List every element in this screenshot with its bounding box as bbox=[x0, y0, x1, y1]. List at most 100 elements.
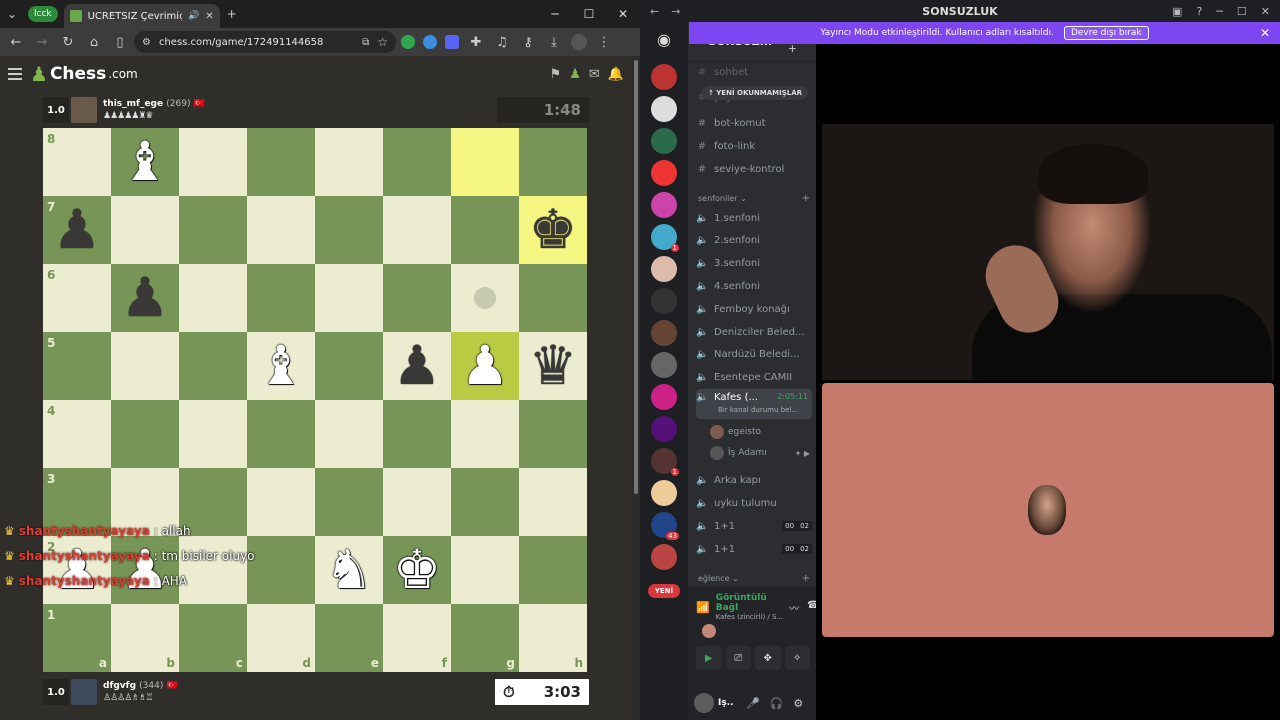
voice-channel-limited[interactable]: 🔈 1+1 00 02 bbox=[696, 539, 812, 559]
square-a6[interactable]: 6 bbox=[43, 264, 111, 332]
square-a8[interactable]: 8 bbox=[43, 128, 111, 196]
square-h8[interactable] bbox=[519, 128, 587, 196]
voice-user[interactable]: egeisto bbox=[710, 423, 810, 441]
new-tab-button[interactable]: + bbox=[220, 2, 244, 26]
voice-channel[interactable]: 🔈 uyku tulumu bbox=[696, 493, 812, 513]
new-unread-badge[interactable]: YENİ bbox=[648, 584, 680, 598]
piece-a7[interactable]: ♟ bbox=[53, 203, 101, 257]
flag-icon[interactable]: ⚑ bbox=[550, 67, 562, 82]
square-a5[interactable]: 5 bbox=[43, 332, 111, 400]
square-f8[interactable] bbox=[383, 128, 451, 196]
square-e4[interactable] bbox=[315, 400, 383, 468]
server-icon-7[interactable] bbox=[651, 256, 677, 282]
friends-icon[interactable]: ♟ bbox=[569, 67, 581, 82]
download-icon[interactable]: ⤓ bbox=[542, 30, 566, 54]
piece-g5[interactable]: ♟ bbox=[461, 339, 509, 393]
headphones-icon[interactable]: 🎧 bbox=[770, 697, 784, 710]
server-icon-8[interactable] bbox=[651, 288, 677, 314]
voice-channel-path[interactable]: Kafes (zincirli) / S... bbox=[716, 613, 783, 621]
signal-icon[interactable]: 📶 bbox=[696, 601, 710, 614]
add-channel-icon[interactable]: + bbox=[802, 573, 810, 584]
maximize-button[interactable]: ☐ bbox=[572, 7, 606, 21]
square-b6[interactable]: ♟ bbox=[111, 264, 179, 332]
text-channel[interactable]: # foto-link bbox=[696, 136, 812, 156]
piece-d5[interactable]: ♝ bbox=[257, 339, 305, 393]
square-d4[interactable] bbox=[247, 400, 315, 468]
square-h4[interactable] bbox=[519, 400, 587, 468]
square-g3[interactable] bbox=[451, 468, 519, 536]
user-avatar[interactable] bbox=[694, 693, 714, 713]
activity-button[interactable]: ✥ bbox=[755, 646, 781, 670]
voice-channel-limited[interactable]: 🔈 1+1 00 02 bbox=[696, 516, 812, 536]
square-e6[interactable] bbox=[315, 264, 383, 332]
user-name[interactable]: İş.. bbox=[718, 698, 736, 708]
square-b7[interactable] bbox=[111, 196, 179, 264]
bottom-player-username[interactable]: dfgvfg bbox=[103, 681, 136, 691]
server-icon-6[interactable]: 1 bbox=[651, 224, 679, 252]
square-g5[interactable]: ♟ bbox=[451, 332, 519, 400]
split-view-icon[interactable]: ▯ bbox=[108, 30, 132, 54]
voice-channel[interactable]: 🔈 4.senfoni bbox=[696, 276, 812, 296]
back-button[interactable]: ← bbox=[4, 30, 28, 54]
square-a1[interactable]: 1a bbox=[43, 604, 111, 672]
square-c1[interactable]: c bbox=[179, 604, 247, 672]
square-f2[interactable]: ♚ bbox=[383, 536, 451, 604]
category-senfoniler[interactable]: senfoniler ⌄ + bbox=[698, 191, 810, 205]
square-a4[interactable]: 4 bbox=[43, 400, 111, 468]
camera-button[interactable]: ▶ bbox=[696, 646, 722, 670]
square-f6[interactable] bbox=[383, 264, 451, 332]
top-player-username[interactable]: this_mf_ege bbox=[103, 99, 163, 109]
piece-e2[interactable]: ♞ bbox=[325, 543, 373, 597]
mail-icon[interactable]: ✉ bbox=[589, 67, 600, 82]
square-b8[interactable]: ♝ bbox=[111, 128, 179, 196]
address-bar[interactable]: ⚙ chess.com/game/172491144658 ⧉ ☆ bbox=[134, 31, 396, 53]
discord-home-icon[interactable]: ◉ bbox=[651, 30, 677, 56]
add-channel-icon[interactable]: + bbox=[802, 193, 810, 204]
soundboard-button[interactable]: ✧ bbox=[784, 646, 810, 670]
participant-tile[interactable] bbox=[822, 383, 1274, 637]
piece-h7[interactable]: ♚ bbox=[529, 203, 577, 257]
chess-logo[interactable]: ♟ Chess .com bbox=[30, 62, 138, 86]
square-h3[interactable] bbox=[519, 468, 587, 536]
text-channel[interactable]: # seviye-kontrol bbox=[696, 159, 812, 179]
square-h7[interactable]: ♚ bbox=[519, 196, 587, 264]
tab-group-chip[interactable]: lcck bbox=[28, 6, 58, 22]
square-h1[interactable]: h bbox=[519, 604, 587, 672]
square-f7[interactable] bbox=[383, 196, 451, 264]
square-g8[interactable] bbox=[451, 128, 519, 196]
bottom-player-avatar[interactable] bbox=[71, 679, 97, 705]
settings-gear-icon[interactable]: ⚙ bbox=[793, 697, 803, 710]
reload-button[interactable]: ↻ bbox=[56, 30, 80, 54]
microphone-icon[interactable]: 🎤 bbox=[746, 697, 760, 710]
square-g7[interactable] bbox=[451, 196, 519, 264]
voice-channel-active[interactable]: 🔈 Kafes (... 2:05:11 Bir kanal durumu bel..… bbox=[696, 389, 812, 419]
square-h6[interactable] bbox=[519, 264, 587, 332]
square-c8[interactable] bbox=[179, 128, 247, 196]
voice-channel[interactable]: 🔈 Esentepe CAMİİ bbox=[696, 368, 812, 388]
square-g2[interactable] bbox=[451, 536, 519, 604]
server-icon-13[interactable]: 1 bbox=[651, 448, 679, 476]
piece-f5[interactable]: ♟ bbox=[393, 339, 441, 393]
server-icon-3[interactable] bbox=[651, 128, 677, 154]
square-b1[interactable]: b bbox=[111, 604, 179, 672]
profile-avatar[interactable] bbox=[571, 34, 587, 50]
voice-channel[interactable]: 🔈 Nardüzü Beledi... bbox=[696, 345, 812, 365]
install-icon[interactable]: ⧉ bbox=[362, 37, 369, 48]
text-channel[interactable]: # bot-komut bbox=[696, 113, 812, 133]
voice-channel[interactable]: 🔈 Femboy konağı bbox=[696, 299, 812, 319]
noise-suppression-icon[interactable]: 〰 bbox=[789, 600, 799, 615]
server-icon-5[interactable] bbox=[651, 192, 677, 218]
server-icon-2[interactable] bbox=[651, 96, 677, 122]
home-button[interactable]: ⌂ bbox=[82, 30, 106, 54]
extensions-puzzle-icon[interactable]: ✚ bbox=[464, 30, 488, 54]
square-h5[interactable]: ♛ bbox=[519, 332, 587, 400]
server-icon-10[interactable] bbox=[651, 352, 677, 378]
square-c5[interactable] bbox=[179, 332, 247, 400]
bell-icon[interactable]: 🔔 bbox=[608, 67, 624, 82]
square-d7[interactable] bbox=[247, 196, 315, 264]
close-button[interactable]: ✕ bbox=[606, 7, 640, 21]
channel-status[interactable]: Bir kanal durumu bel... bbox=[718, 406, 798, 414]
forward-button[interactable]: → bbox=[30, 30, 54, 54]
hamburger-menu-icon[interactable] bbox=[2, 60, 30, 88]
square-e2[interactable]: ♞ bbox=[315, 536, 383, 604]
